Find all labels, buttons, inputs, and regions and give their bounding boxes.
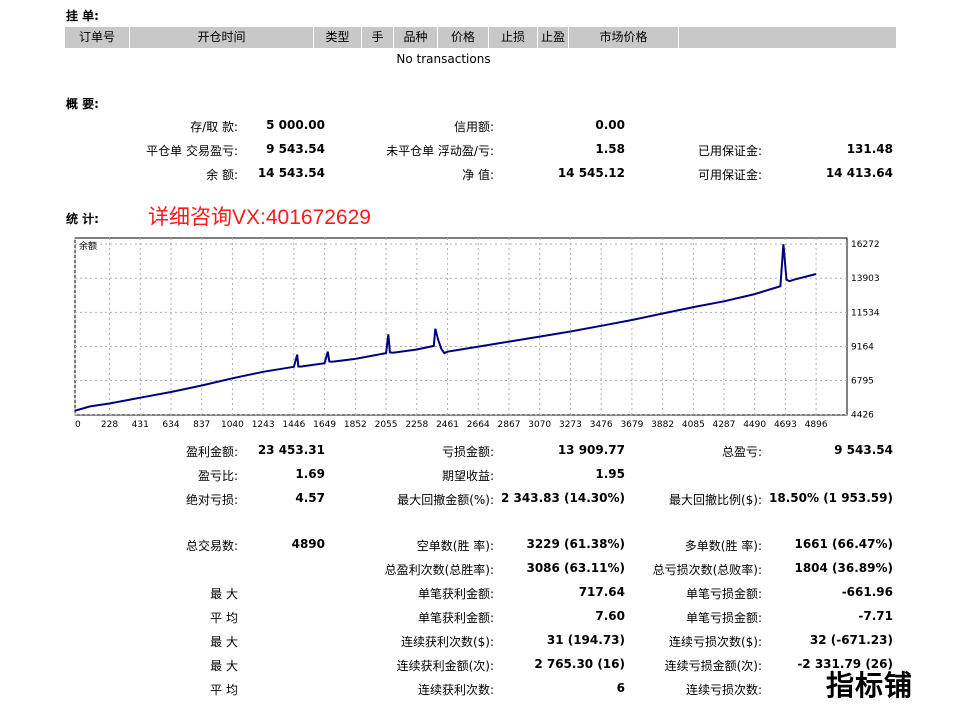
stat-label: 平 均 (210, 683, 238, 697)
stat-value: -7.71 (858, 609, 893, 623)
stat-value: 18.50% (1 953.59) (769, 491, 893, 505)
stat-label: 单笔亏损金额: (685, 611, 762, 625)
stat-label: 总交易数: (185, 539, 238, 553)
x-tick-label: 3070 (528, 420, 551, 430)
x-tick-label: 1243 (252, 420, 275, 430)
stat-label: 最大回撤金额(%): (397, 493, 494, 507)
stat-value: 7.60 (595, 609, 625, 623)
x-tick-label: 1852 (344, 420, 367, 430)
stat-label: 连续获利金额(次): (396, 659, 494, 673)
stat-label: 连续亏损金额(次): (664, 659, 762, 673)
stat-label: 多单数(胜 率): (684, 539, 762, 553)
x-tick-label: 3679 (620, 420, 643, 430)
stat-value: 3086 (63.11%) (526, 561, 625, 575)
stat-label: 亏损金额: (441, 445, 494, 459)
x-tick-label: 1446 (282, 420, 305, 430)
x-tick-label: 431 (132, 420, 149, 430)
stat-value: 1.69 (295, 467, 325, 481)
stat-label: 连续获利次数: (417, 683, 494, 697)
stat-value: 13 909.77 (557, 443, 625, 457)
y-tick-label: 11534 (851, 308, 880, 318)
stat-value: 9 543.54 (834, 443, 893, 457)
x-tick-label: 4693 (774, 420, 797, 430)
x-tick-label: 4287 (712, 420, 735, 430)
stat-value: 6 (616, 681, 625, 695)
stat-value: -661.96 (841, 585, 893, 599)
stat-label: 最大回撤比例($): (668, 493, 762, 507)
y-tick-label: 9164 (851, 342, 874, 352)
stat-value: 1804 (36.89%) (794, 561, 893, 575)
stat-label: 期望收益: (441, 469, 494, 483)
stat-label: 绝对亏损: (185, 493, 238, 507)
x-tick-label: 2664 (467, 420, 490, 430)
y-tick-label: 16272 (851, 240, 880, 250)
stat-label: 最 大 (210, 635, 238, 649)
stat-value: 2 343.83 (14.30%) (501, 491, 625, 505)
x-tick-label: 4490 (743, 420, 766, 430)
y-tick-label: 4426 (851, 411, 874, 421)
stat-label: 总盈亏: (721, 445, 762, 459)
x-tick-label: 3476 (590, 420, 613, 430)
stat-value: 32 (-671.23) (809, 633, 893, 647)
stat-value: 717.64 (578, 585, 625, 599)
stat-label: 连续亏损次数($): (668, 635, 762, 649)
stat-value: 4.57 (295, 491, 325, 505)
x-tick-label: 2055 (375, 420, 398, 430)
x-tick-label: 4085 (682, 420, 705, 430)
stat-label: 空单数(胜 率): (416, 539, 494, 553)
stat-label: 总亏损次数(总败率): (652, 563, 762, 577)
x-tick-label: 837 (193, 420, 210, 430)
x-tick-label: 2867 (498, 420, 521, 430)
stat-value: 31 (194.73) (546, 633, 625, 647)
x-tick-label: 3882 (651, 420, 674, 430)
stat-label: 单笔亏损金额: (685, 587, 762, 601)
stat-label: 盈亏比: (197, 469, 238, 483)
x-tick-label: 3273 (559, 420, 582, 430)
stat-label: 盈利金额: (185, 445, 238, 459)
x-tick-label: 2461 (436, 420, 459, 430)
stat-label: 平 均 (210, 611, 238, 625)
y-tick-label: 13903 (851, 274, 880, 284)
x-tick-label: 634 (162, 420, 179, 430)
stat-label: 最 大 (210, 659, 238, 673)
chart-title: 余额 (79, 240, 97, 252)
stat-value: 4890 (291, 537, 325, 551)
stat-value: 1661 (66.47%) (794, 537, 893, 551)
stat-label: 最 大 (210, 587, 238, 601)
stat-value: 1.95 (595, 467, 625, 481)
stat-label: 连续获利次数($): (400, 635, 494, 649)
stat-value: 3229 (61.38%) (526, 537, 625, 551)
stat-value: 23 453.31 (257, 443, 325, 457)
stat-value: 2 765.30 (16) (534, 657, 625, 671)
x-tick-label: 1649 (313, 420, 336, 430)
x-tick-label: 1040 (221, 420, 244, 430)
x-tick-label: 228 (101, 420, 118, 430)
stat-label: 总盈利次数(总胜率): (384, 563, 494, 577)
stat-label: 单笔获利金额: (417, 611, 494, 625)
x-tick-label: 2258 (405, 420, 428, 430)
watermark-text: 指标铺 (826, 669, 914, 702)
y-tick-label: 6795 (851, 377, 874, 387)
x-tick-label: 4896 (805, 420, 828, 430)
stat-label: 单笔获利金额: (417, 587, 494, 601)
stat-label: 连续亏损次数: (685, 683, 762, 697)
x-tick-label: 0 (75, 420, 81, 430)
